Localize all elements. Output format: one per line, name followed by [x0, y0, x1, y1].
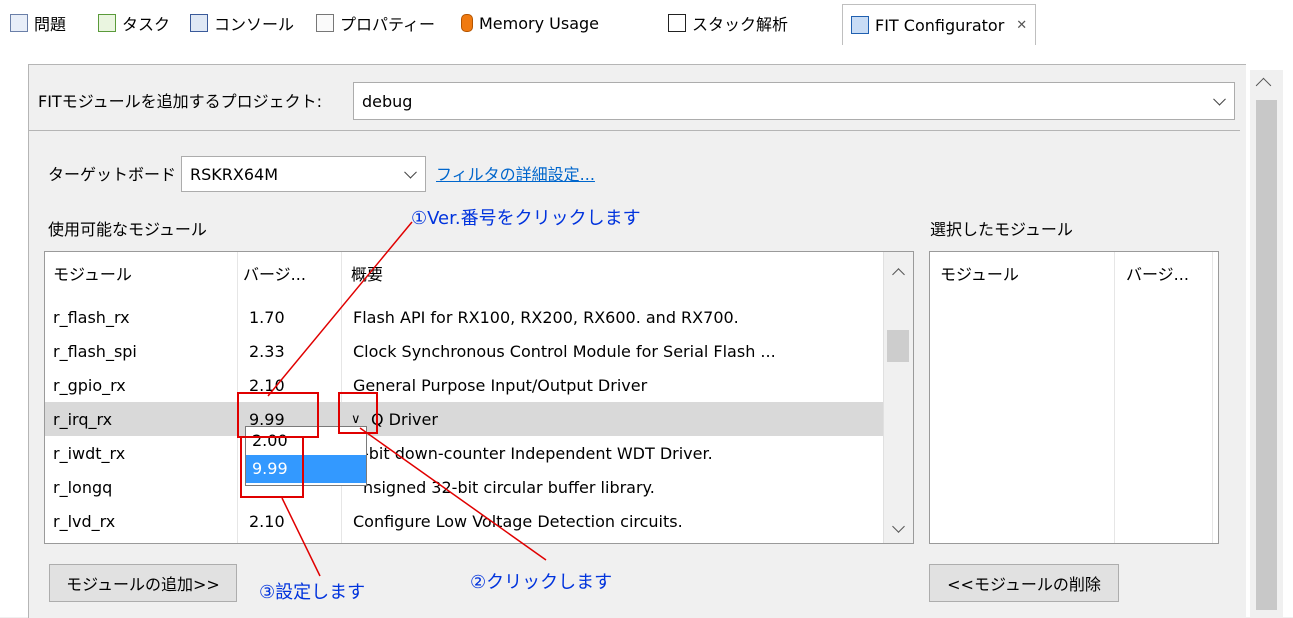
annotation-lines [267, 221, 547, 577]
annotation-step2: ②クリックします [470, 572, 613, 593]
leader-line-step3 [281, 497, 321, 577]
annotation-step1: ①Ver.番号をクリックします [411, 208, 641, 229]
leader-line-step1 [267, 221, 413, 397]
leader-line-step2 [359, 427, 547, 561]
annotation-step3: ③設定します [259, 582, 366, 603]
